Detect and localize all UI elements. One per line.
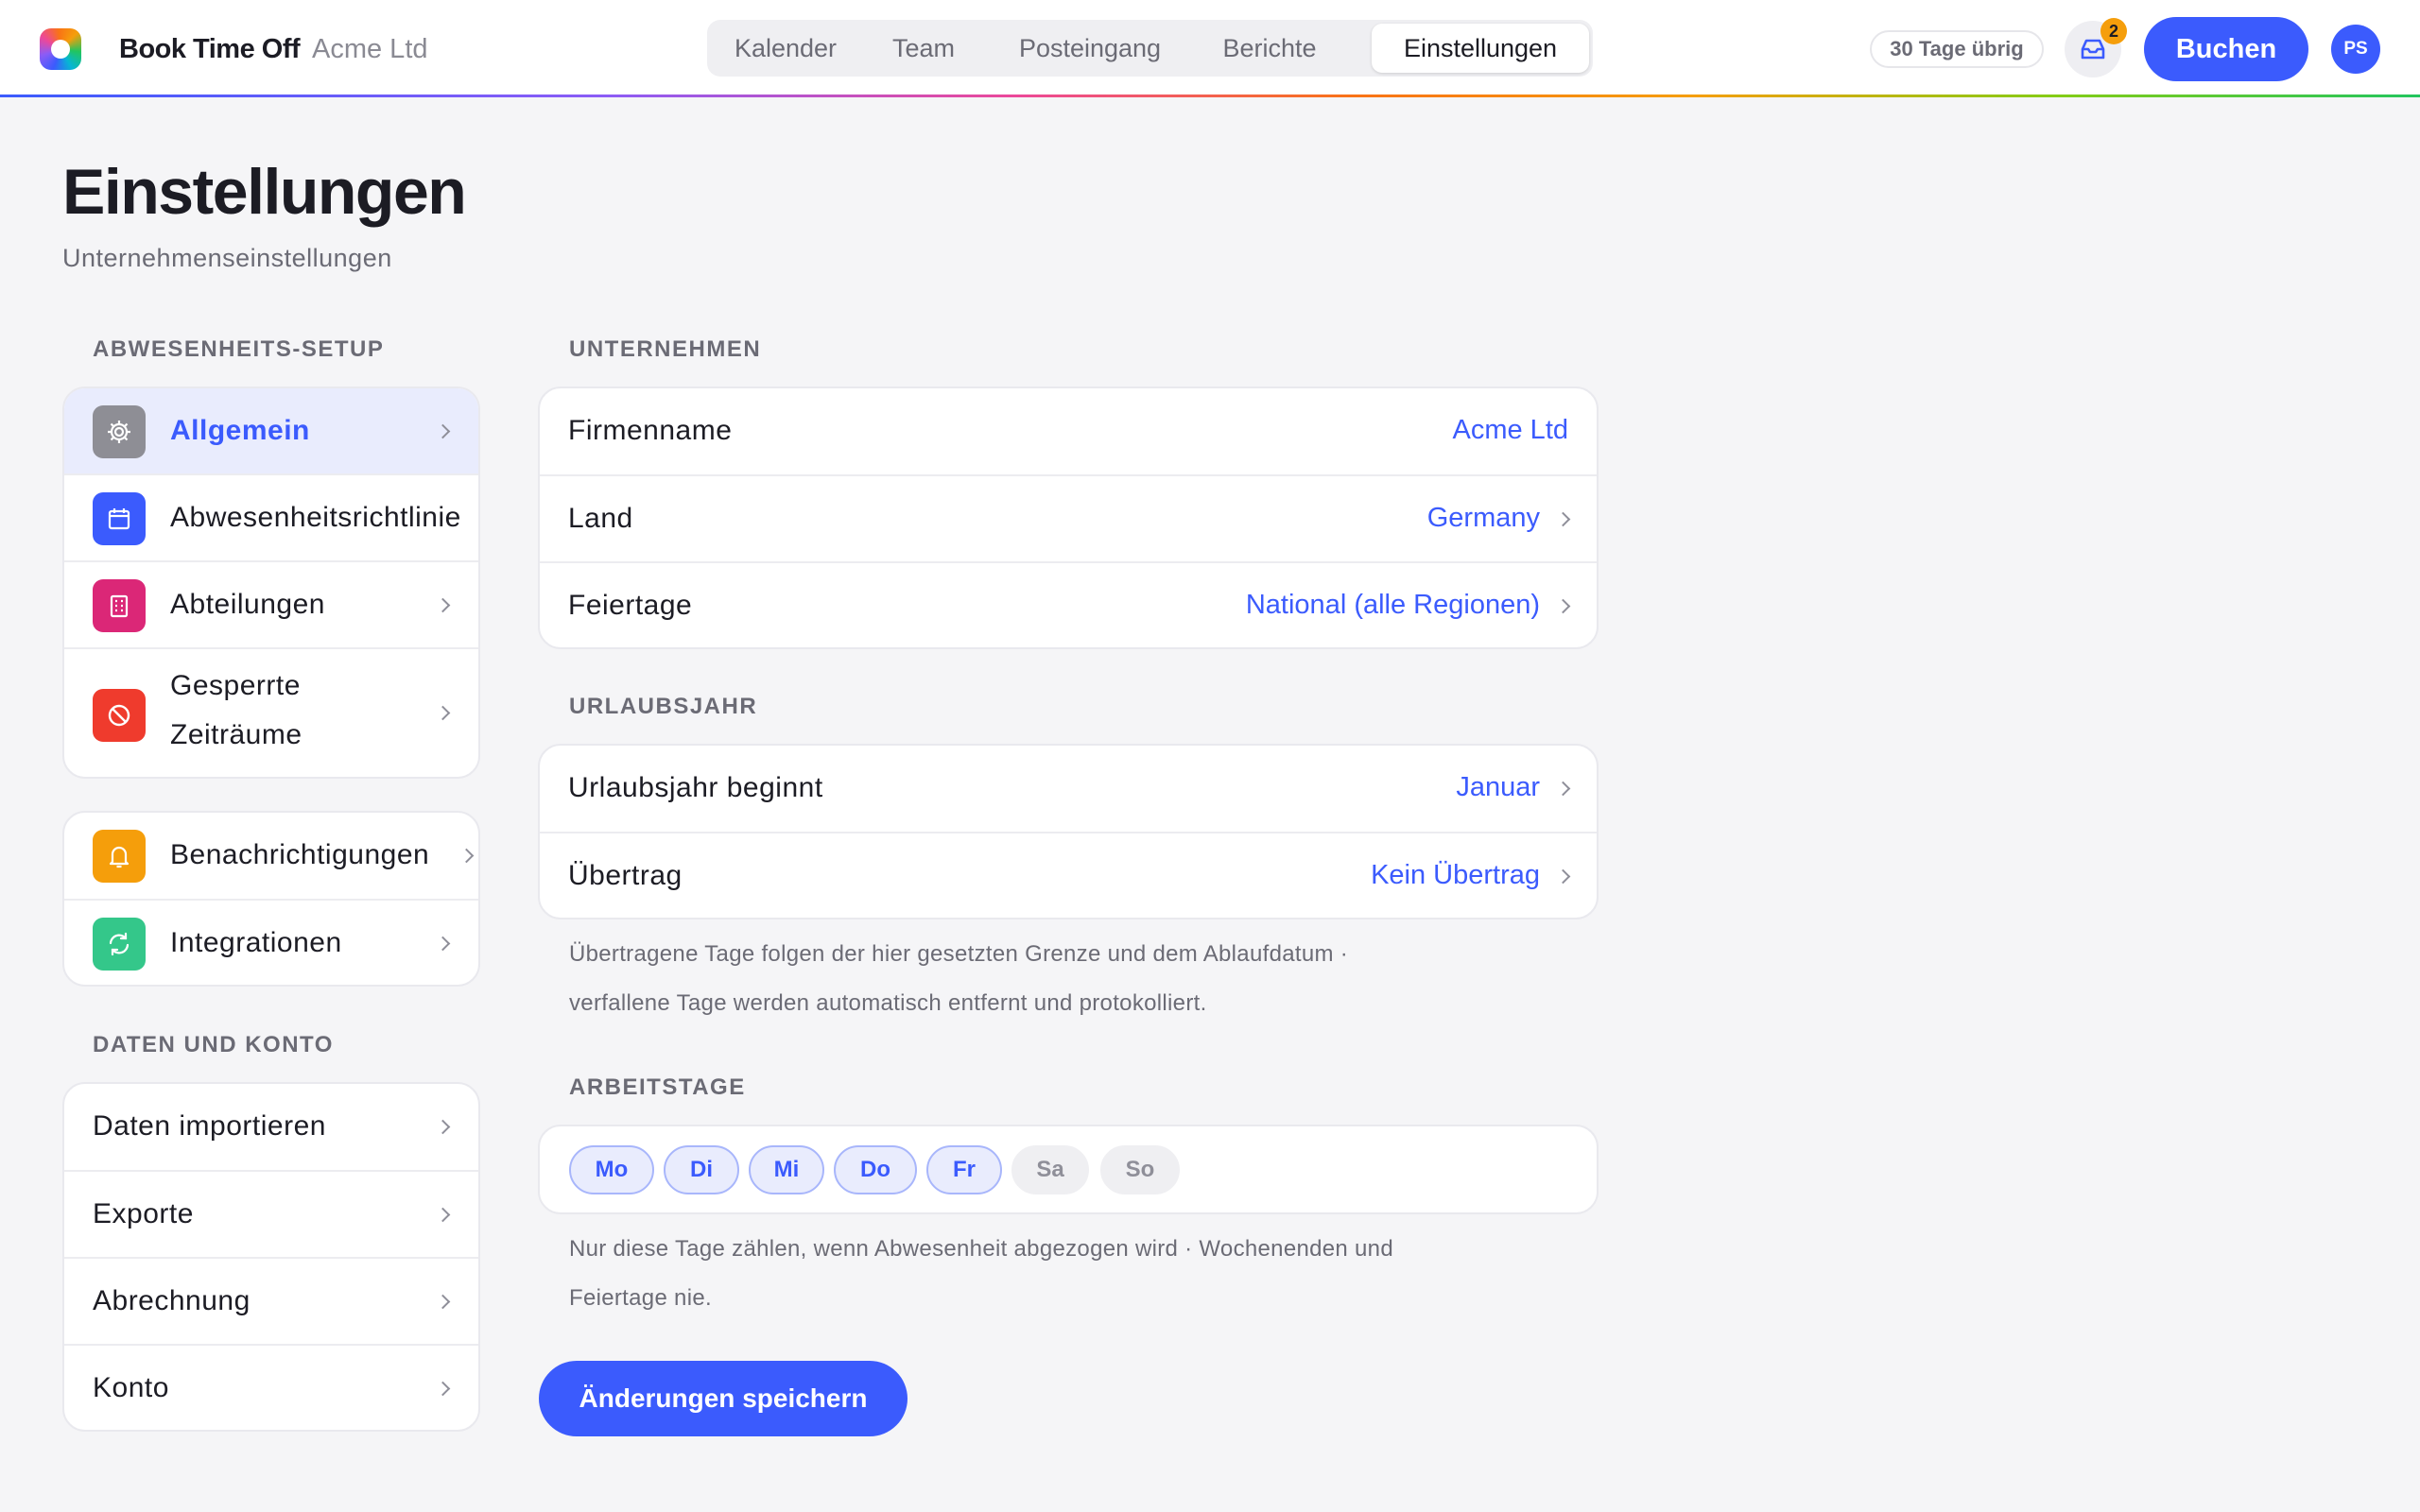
sidebar-item-daten-importieren[interactable]: Daten importieren xyxy=(64,1084,478,1172)
chevron-right-icon xyxy=(435,1119,451,1135)
save-changes-button[interactable]: Änderungen speichern xyxy=(539,1361,908,1436)
main-nav: Kalender Team Posteingang Berichte Einst… xyxy=(707,20,1593,77)
building-icon xyxy=(93,579,146,632)
sidebar-group-setup: Allgemein Abwesenheitsrichtlinie Abteilu… xyxy=(62,387,480,779)
day-toggle-so[interactable]: So xyxy=(1100,1145,1180,1194)
sidebar-section-label: ABWESENHEITS-SETUP xyxy=(93,336,385,362)
holidays-row[interactable]: Feiertage National (alle Regionen) xyxy=(540,563,1597,647)
leave-year-section-label: URLAUBSJAHR xyxy=(569,694,758,719)
page-subtitle: Unternehmenseinstellungen xyxy=(62,244,392,272)
carryover-row[interactable]: Übertrag Kein Übertrag xyxy=(540,833,1597,918)
day-toggle-mi[interactable]: Mi xyxy=(749,1145,824,1194)
tab-berichte[interactable]: Berichte xyxy=(1191,24,1348,73)
sidebar-item-label: Abteilungen xyxy=(170,589,325,620)
setting-label: Übertrag xyxy=(568,860,683,891)
sidebar-item-label: Zeiträume xyxy=(170,719,302,750)
chevron-right-icon xyxy=(435,423,451,439)
setting-value: National (alle Regionen) xyxy=(1245,590,1540,620)
sidebar-item-label: Exporte xyxy=(93,1198,194,1229)
setting-value: Acme Ltd xyxy=(1452,415,1569,445)
leave-year-card: Urlaubsjahr beginnt Januar Übertrag Kein… xyxy=(538,744,1599,919)
setting-value: Kein Übertrag xyxy=(1371,860,1540,890)
setting-value: Germany xyxy=(1426,503,1540,533)
day-toggle-sa[interactable]: Sa xyxy=(1011,1145,1089,1194)
sidebar-item-label: Abwesenheitsrichtlinie xyxy=(170,502,461,533)
sidebar-item-label: Konto xyxy=(93,1372,169,1403)
sidebar-item-label: Benachrichtigungen xyxy=(170,839,430,870)
workdays-card: Mo Di Mi Do Fr Sa So xyxy=(538,1125,1599,1214)
sync-icon xyxy=(93,918,146,971)
chevron-right-icon xyxy=(1555,868,1571,885)
chevron-right-icon xyxy=(1555,598,1571,614)
day-toggle-do[interactable]: Do xyxy=(834,1145,917,1194)
chevron-right-icon xyxy=(435,705,451,721)
app-logo[interactable] xyxy=(40,28,81,70)
gear-icon xyxy=(93,405,146,458)
company-settings-card: Firmenname Acme Ltd Land Germany Feierta… xyxy=(538,387,1599,649)
calendar-icon xyxy=(93,492,146,545)
sidebar-item-label: Integrationen xyxy=(170,927,342,958)
sidebar-group-data: Daten importieren Exporte Abrechnung Kon… xyxy=(62,1082,480,1432)
leave-year-start-row[interactable]: Urlaubsjahr beginnt Januar xyxy=(540,746,1597,833)
header-accent-line xyxy=(0,94,2420,97)
carryover-help-text: Übertragene Tage folgen der hier gesetzt… xyxy=(569,930,1348,1028)
sidebar-section-label: DATEN UND KONTO xyxy=(93,1032,334,1057)
setting-label: Land xyxy=(568,503,633,534)
help-line: Übertragene Tage folgen der hier gesetzt… xyxy=(569,941,1349,967)
help-line: Nur diese Tage zählen, wenn Abwesenheit … xyxy=(569,1236,1393,1262)
tab-posteingang[interactable]: Posteingang xyxy=(989,24,1191,73)
company-section-label: UNTERNEHMEN xyxy=(569,336,762,362)
tab-team[interactable]: Team xyxy=(858,24,989,73)
top-bar: Book Time Off Acme Ltd Kalender Team Pos… xyxy=(0,0,2420,96)
help-line: verfallene Tage werden automatisch entfe… xyxy=(569,990,1207,1016)
days-remaining-badge: 30 Tage übrig xyxy=(1870,30,2044,68)
company-name: Acme Ltd xyxy=(312,34,428,64)
brand-name: Book Time Off xyxy=(119,34,301,64)
chevron-right-icon xyxy=(1555,511,1571,527)
setting-label: Urlaubsjahr beginnt xyxy=(568,772,823,803)
inbox-icon xyxy=(2081,39,2105,60)
chevron-right-icon xyxy=(435,1381,451,1397)
tab-einstellungen[interactable]: Einstellungen xyxy=(1372,24,1589,73)
setting-value: Januar xyxy=(1456,772,1540,802)
chevron-right-icon xyxy=(435,1207,451,1223)
sidebar-item-exporte[interactable]: Exporte xyxy=(64,1172,478,1259)
bell-icon xyxy=(93,830,146,883)
chevron-right-icon xyxy=(435,1294,451,1310)
workdays-section-label: ARBEITSTAGE xyxy=(569,1074,746,1100)
inbox-count-badge: 2 xyxy=(2100,18,2127,44)
sidebar-group-notifications: Benachrichtigungen Integrationen xyxy=(62,811,480,987)
help-line: Feiertage nie. xyxy=(569,1285,712,1311)
setting-label: Firmenname xyxy=(568,415,733,446)
country-row[interactable]: Land Germany xyxy=(540,476,1597,563)
sidebar-item-abwesenheitsrichtlinie[interactable]: Abwesenheitsrichtlinie xyxy=(64,475,478,562)
sidebar-item-label: Abrechnung xyxy=(93,1285,251,1316)
workdays-help-text: Nur diese Tage zählen, wenn Abwesenheit … xyxy=(569,1225,1393,1323)
sidebar-item-label: Allgemein xyxy=(170,415,310,446)
chevron-right-icon xyxy=(458,848,475,864)
sidebar-item-abteilungen[interactable]: Abteilungen xyxy=(64,562,478,649)
sidebar-item-konto[interactable]: Konto xyxy=(64,1346,478,1430)
tab-kalender[interactable]: Kalender xyxy=(713,24,858,73)
sidebar-item-integrationen[interactable]: Integrationen xyxy=(64,901,478,985)
chevron-right-icon xyxy=(435,597,451,613)
sidebar-item-allgemein[interactable]: Allgemein xyxy=(64,388,478,475)
sidebar-item-abrechnung[interactable]: Abrechnung xyxy=(64,1259,478,1346)
sidebar-item-label: Gesperrte xyxy=(170,670,301,701)
day-toggle-mo[interactable]: Mo xyxy=(569,1145,654,1194)
day-toggle-fr[interactable]: Fr xyxy=(926,1145,1002,1194)
day-toggle-di[interactable]: Di xyxy=(664,1145,739,1194)
sidebar-item-gesperrte-zeitraeume[interactable]: Gesperrte Zeiträume xyxy=(64,649,478,777)
page-title: Einstellungen xyxy=(62,156,467,228)
chevron-right-icon xyxy=(1555,781,1571,797)
setting-label: Feiertage xyxy=(568,590,693,621)
blocked-icon xyxy=(93,689,146,742)
company-name-row[interactable]: Firmenname Acme Ltd xyxy=(540,388,1597,476)
book-button[interactable]: Buchen xyxy=(2144,17,2308,81)
sidebar-item-label: Daten importieren xyxy=(93,1110,326,1142)
user-avatar[interactable]: PS xyxy=(2331,25,2380,74)
chevron-right-icon xyxy=(435,936,451,952)
sidebar-item-benachrichtigungen[interactable]: Benachrichtigungen xyxy=(64,813,478,901)
